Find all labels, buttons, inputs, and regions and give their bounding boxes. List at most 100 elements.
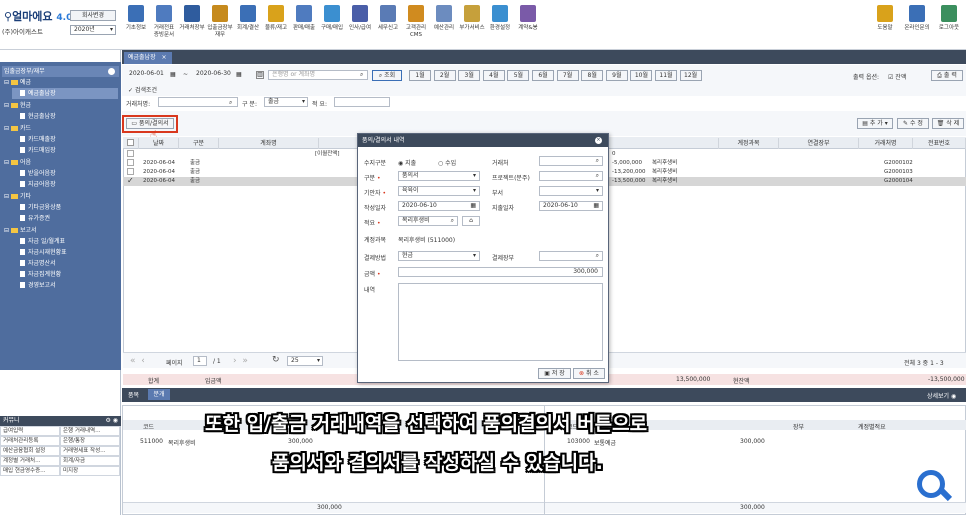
toolbar-item-12[interactable]: 부가서비스 xyxy=(458,4,486,46)
search-cond-toggle[interactable]: ✓ 검색조건 xyxy=(128,85,157,94)
menu-item[interactable]: 카드매입장 xyxy=(12,145,118,156)
favorite-link[interactable]: 거래명세표 작성… xyxy=(60,446,120,456)
grid-header-cell[interactable]: 연결장부 xyxy=(779,138,859,149)
menu-item[interactable]: 자금시재현황표 xyxy=(12,247,118,258)
tab-bank-ledger[interactable]: 예금출납장 × xyxy=(124,52,172,64)
grid-header-cell[interactable]: 날짜 xyxy=(139,138,179,149)
drafter-select[interactable]: 육육이 ▾ xyxy=(398,186,480,196)
month-button[interactable]: 9월 xyxy=(605,70,628,81)
io-out-radio[interactable]: ◉ 지출 xyxy=(398,158,416,167)
menu-item[interactable]: 지급어음장 xyxy=(12,179,118,190)
pay-date-input[interactable]: 2020-06-10 ▦ xyxy=(539,201,603,211)
memo-add-button[interactable]: ⌂ xyxy=(462,216,480,226)
month-button[interactable]: 6월 xyxy=(532,70,554,81)
grid-header-cell[interactable]: 전표번호 xyxy=(913,138,966,149)
toolbar-item-3[interactable]: 입출금장부 재무 xyxy=(206,4,234,46)
company-change-button[interactable]: 회사변경 xyxy=(70,10,116,21)
add-button[interactable]: ▤ 추 가 ▾ xyxy=(857,118,893,129)
toolbar-item-7[interactable]: 구매/매입 xyxy=(318,4,346,46)
bank-search-input[interactable]: 은행명 or 계좌명 xyxy=(268,70,368,80)
month-button[interactable]: 12월 xyxy=(679,70,702,81)
page-input[interactable]: 1 xyxy=(193,356,207,366)
grid-header-cell[interactable]: 계정과목 xyxy=(719,138,779,149)
favorite-link[interactable]: 미지장 xyxy=(60,466,120,476)
menu-item[interactable]: 기타금융상품 xyxy=(12,202,118,213)
search-button[interactable]: ⌕ 조회 xyxy=(372,70,402,81)
toolbar-item-8[interactable]: 인사/급여 xyxy=(346,4,374,46)
expand-icon[interactable]: ⊟ xyxy=(4,227,9,234)
grid-header-cell[interactable] xyxy=(123,138,139,149)
select-all-checkbox[interactable] xyxy=(127,139,134,146)
calendar-icon[interactable]: ▦ xyxy=(170,71,176,78)
paymethod-select[interactable]: 현금 ▾ xyxy=(398,251,480,261)
save-button[interactable]: ▣ 저 장 xyxy=(538,368,571,379)
menu-item[interactable]: 현금출납장 xyxy=(12,111,118,122)
pager-next-icon[interactable]: › » xyxy=(233,356,248,366)
date-to[interactable]: 2020-06-30 xyxy=(193,70,233,80)
month-button[interactable]: 1월 xyxy=(409,70,431,81)
project-input[interactable]: ⌕ xyxy=(539,171,603,181)
month-button[interactable]: 11월 xyxy=(655,70,677,81)
expand-icon[interactable]: ⊟ xyxy=(4,159,9,166)
menu-item[interactable]: 유가증권 xyxy=(12,213,118,224)
month-button[interactable]: 4월 xyxy=(482,70,505,81)
month-button[interactable]: 5월 xyxy=(507,70,530,81)
month-button[interactable]: 2월 xyxy=(433,70,456,81)
refresh-icon[interactable]: ↻ xyxy=(272,355,280,365)
favorite-link[interactable]: 계정별 거래처… xyxy=(0,456,60,466)
vendor-input[interactable] xyxy=(158,97,238,107)
toolbar-item-9[interactable]: 세무신고 xyxy=(374,4,402,46)
favorite-link[interactable]: 매입 현금영수증… xyxy=(0,466,60,476)
menu-section[interactable]: ⊟ 어음 xyxy=(2,157,119,168)
menu-item[interactable]: 받을어음장 xyxy=(12,168,118,179)
grid-icon[interactable]: ▥ xyxy=(256,71,264,79)
dept-select[interactable]: ▾ xyxy=(539,186,603,196)
vendor-input[interactable]: ⌕ xyxy=(539,156,603,166)
date-from[interactable]: 2020-06-01 xyxy=(126,70,166,80)
toolbar-item-14[interactable]: 계약&봉 xyxy=(514,4,542,46)
month-button[interactable]: 10월 xyxy=(630,70,653,81)
detail-tab-items[interactable]: 품목 xyxy=(128,390,139,399)
favorite-link[interactable]: 거래처관리등록 xyxy=(0,436,60,446)
detail-toggle[interactable]: 상세보기 ◉ xyxy=(927,391,956,400)
favorite-link[interactable]: 급여입력 xyxy=(0,426,60,436)
delete-button[interactable]: 🗑 삭 제 xyxy=(932,118,964,129)
menu-section[interactable]: ⊟ 예금 xyxy=(2,77,119,88)
favorite-link[interactable]: 회계/자금 xyxy=(60,456,120,466)
menu-item[interactable]: 예금출납장 xyxy=(12,88,118,99)
payledger-input[interactable]: ⌕ xyxy=(539,251,603,261)
favorite-link[interactable]: 예산금융협회 설정 xyxy=(0,446,60,456)
grid-header-cell[interactable] xyxy=(619,138,719,149)
menu-item[interactable]: 자금집계현황 xyxy=(12,269,118,280)
write-date-input[interactable]: 2020-06-10 ▦ xyxy=(398,201,480,211)
collapse-icon[interactable] xyxy=(108,68,115,75)
toolbar-right-item-1[interactable]: 온라인문의 xyxy=(902,4,932,46)
menu-item[interactable]: 자금 일/월계표 xyxy=(12,236,118,247)
close-icon[interactable]: × xyxy=(162,54,167,61)
menu-item[interactable]: 자금명산서 xyxy=(12,258,118,269)
print-button[interactable]: ⎙ 출 력 xyxy=(931,70,963,81)
month-button[interactable]: 8월 xyxy=(581,70,604,81)
menu-section[interactable]: ⊟ 보고서 xyxy=(2,225,119,236)
balance-checkbox[interactable]: ☑ 잔액 xyxy=(888,72,906,81)
month-button[interactable]: 3월 xyxy=(458,70,481,81)
menu-section[interactable]: ⊟ 기타 xyxy=(2,191,119,202)
amount-input[interactable]: 300,000 xyxy=(398,267,603,277)
toolbar-item-13[interactable]: 환경설정 xyxy=(486,4,514,46)
kind-select[interactable]: 품의서 ▾ xyxy=(398,171,480,181)
grid-header-cell[interactable]: 계좌명 xyxy=(219,138,319,149)
toolbar-right-item-2[interactable]: 로그아웃 xyxy=(934,4,964,46)
toolbar-item-10[interactable]: 고객관리 CMS xyxy=(402,4,430,46)
calendar-icon[interactable]: ▦ xyxy=(236,71,242,78)
pager-nav-icon[interactable]: « ‹ xyxy=(130,356,145,366)
toolbar-item-2[interactable]: 거래처장부 xyxy=(178,4,206,46)
toolbar-right-item-0[interactable]: 도움말 xyxy=(870,4,900,46)
edit-button[interactable]: ✎ 수 정 xyxy=(897,118,929,129)
menu-item[interactable]: 카드매출장 xyxy=(12,134,118,145)
month-button[interactable]: 7월 xyxy=(556,70,579,81)
expand-icon[interactable]: ⊟ xyxy=(4,125,9,132)
content-textarea[interactable] xyxy=(398,283,603,361)
expand-icon[interactable]: ⊟ xyxy=(4,79,9,86)
favorite-link[interactable]: 은행/통장 xyxy=(60,436,120,446)
toolbar-item-6[interactable]: 판매/매출 xyxy=(290,4,318,46)
